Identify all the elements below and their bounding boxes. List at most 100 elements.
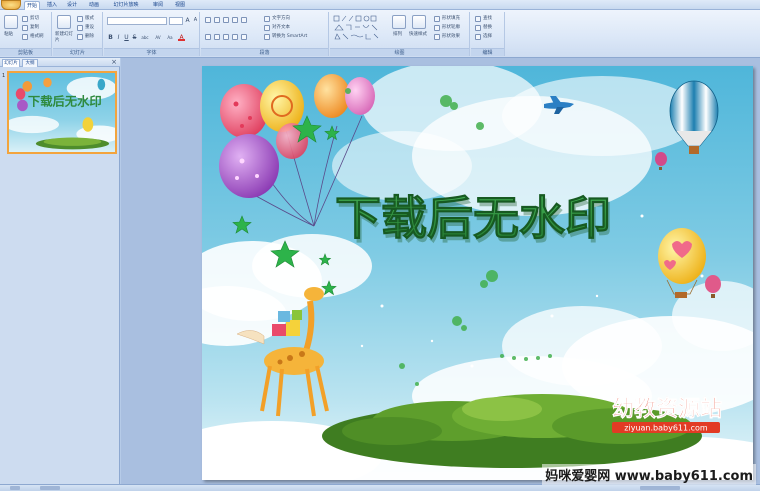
powerpoint-window: 开始 插入 设计 动画 幻灯片放映 审阅 视图 粘贴 剪切 复制 格式刷 剪贴板… <box>0 0 760 491</box>
find-icon <box>475 16 481 22</box>
align-right-icon[interactable] <box>223 34 229 40</box>
tab-slides[interactable]: 幻灯片 <box>2 59 20 67</box>
office-button[interactable] <box>1 0 21 10</box>
reset-button[interactable]: 重设 <box>85 25 94 31</box>
group-label-font: 字体 <box>104 48 199 56</box>
slide-canvas[interactable]: 下载后无水印 下载后无水印 幼教资源站 ziyuan.baby611.com <box>202 66 753 480</box>
italic-button[interactable]: I <box>115 34 122 41</box>
group-label-drawing: 绘图 <box>330 48 469 56</box>
font-color-button[interactable]: A <box>178 34 185 41</box>
find-button[interactable]: 查找 <box>483 16 492 22</box>
tab-animations[interactable]: 动画 <box>86 1 102 10</box>
paste-icon[interactable] <box>4 15 18 29</box>
tab-outline[interactable]: 大纲 <box>22 59 38 67</box>
cut-button[interactable]: 剪切 <box>30 16 39 22</box>
group-label-slides: 幻灯片 <box>53 48 102 56</box>
tab-review[interactable]: 审阅 <box>150 1 166 10</box>
numbering-icon[interactable] <box>214 17 220 23</box>
copy-icon <box>22 25 28 31</box>
ribbon: 粘贴 剪切 复制 格式刷 剪贴板 新建幻灯片 版式 重设 删除 幻灯片 A A <box>0 10 760 58</box>
group-editing: 查找 替换 选择 编辑 <box>471 12 505 56</box>
text-direction-icon <box>264 16 270 22</box>
tab-design[interactable]: 设计 <box>64 1 80 10</box>
status-indicator <box>40 486 60 490</box>
new-slide-icon[interactable] <box>57 15 71 29</box>
align-text-icon <box>264 25 270 31</box>
thumbnail-title: 下载后无水印 <box>28 93 102 108</box>
group-label-paragraph: 段落 <box>201 48 328 56</box>
tab-insert[interactable]: 插入 <box>44 1 60 10</box>
quick-styles-icon[interactable] <box>412 15 426 29</box>
slide-thumbnail[interactable]: 下载后无水印 <box>7 71 117 154</box>
font-name-box[interactable] <box>107 17 167 25</box>
smartart-icon <box>264 34 270 40</box>
arrange-button[interactable]: 排列 <box>393 32 402 38</box>
logo-url: ziyuan.baby611.com <box>624 424 708 433</box>
group-slides: 新建幻灯片 版式 重设 删除 幻灯片 <box>53 12 103 56</box>
status-indicator <box>10 486 20 490</box>
delete-button[interactable]: 删除 <box>85 34 94 40</box>
shape-effects-button[interactable]: 形状效果 <box>442 34 460 40</box>
quick-styles-button[interactable]: 快速样式 <box>409 32 427 38</box>
strike-button[interactable]: S <box>131 34 138 41</box>
zoom-slider[interactable] <box>640 486 680 490</box>
bullets-icon[interactable] <box>205 17 211 23</box>
shape-outline-button[interactable]: 形状轮廓 <box>442 25 460 31</box>
replace-button[interactable]: 替换 <box>483 25 492 31</box>
shapes-gallery[interactable] <box>333 15 383 43</box>
slide-title[interactable]: 下载后无水印 <box>335 191 612 246</box>
align-center-icon[interactable] <box>214 34 220 40</box>
slide-artwork: 下载后无水印 下载后无水印 幼教资源站 ziyuan.baby611.com <box>202 66 753 480</box>
decrease-indent-icon[interactable] <box>223 17 229 23</box>
paste-button[interactable]: 粘贴 <box>4 32 13 38</box>
layout-button[interactable]: 版式 <box>85 16 94 22</box>
shape-effects-icon <box>434 34 440 40</box>
ribbon-tab-bar: 开始 插入 设计 动画 幻灯片放映 审阅 视图 <box>0 0 760 10</box>
new-slide-button[interactable]: 新建幻灯片 <box>55 32 75 44</box>
logo-text: 幼教资源站 <box>612 396 722 422</box>
justify-icon[interactable] <box>232 34 238 40</box>
line-spacing-icon[interactable] <box>241 17 247 23</box>
convert-smartart-button[interactable]: 转换为 SmartArt <box>272 34 307 40</box>
shape-fill-button[interactable]: 形状填充 <box>442 16 460 22</box>
group-font: A A B I U S abc AV Aa A 字体 <box>104 12 200 56</box>
align-text-button[interactable]: 对齐文本 <box>272 25 290 31</box>
panel-tabs: 幻灯片 大纲 × <box>0 58 120 67</box>
text-direction-button[interactable]: 文字方向 <box>272 16 290 22</box>
char-spacing-button[interactable]: AV <box>153 34 163 41</box>
reset-icon <box>77 25 83 31</box>
arrange-icon[interactable] <box>392 15 406 29</box>
select-button[interactable]: 选择 <box>483 34 492 40</box>
thumbnail-image: 下载后无水印 <box>9 73 115 152</box>
status-bar <box>0 484 760 491</box>
layout-icon <box>77 16 83 22</box>
cut-icon <box>22 16 28 22</box>
font-size-box[interactable] <box>169 17 183 25</box>
copy-button[interactable]: 复制 <box>30 25 39 31</box>
format-painter-button[interactable]: 格式刷 <box>30 34 44 40</box>
bold-button[interactable]: B <box>107 34 114 41</box>
slide-number: 1 <box>2 73 6 79</box>
change-case-button[interactable]: Aa <box>165 34 175 41</box>
site-watermark: 妈咪爱婴网 www.baby611.com <box>542 464 756 485</box>
site-logo: 幼教资源站 ziyuan.baby611.com <box>612 396 722 433</box>
group-paragraph: 文字方向 对齐文本 转换为 SmartArt 段落 <box>201 12 329 56</box>
group-label-clipboard: 剪贴板 <box>0 48 51 56</box>
columns-icon[interactable] <box>241 34 247 40</box>
select-icon <box>475 34 481 40</box>
tab-view[interactable]: 视图 <box>172 1 188 10</box>
group-clipboard: 粘贴 剪切 复制 格式刷 剪贴板 <box>0 12 52 56</box>
shrink-font-button[interactable]: A <box>192 17 199 24</box>
align-left-icon[interactable] <box>205 34 211 40</box>
increase-indent-icon[interactable] <box>232 17 238 23</box>
shape-fill-icon <box>434 16 440 22</box>
slides-panel: 幻灯片 大纲 × 1 下载后无水印 <box>0 58 120 484</box>
close-icon[interactable]: × <box>111 58 117 67</box>
grow-font-button[interactable]: A <box>184 17 191 24</box>
shape-outline-icon <box>434 25 440 31</box>
underline-button[interactable]: U <box>123 34 130 41</box>
shadow-button[interactable]: abc <box>139 34 151 41</box>
tab-home[interactable]: 开始 <box>24 1 40 10</box>
delete-icon <box>77 34 83 40</box>
tab-slideshow[interactable]: 幻灯片放映 <box>108 1 144 10</box>
